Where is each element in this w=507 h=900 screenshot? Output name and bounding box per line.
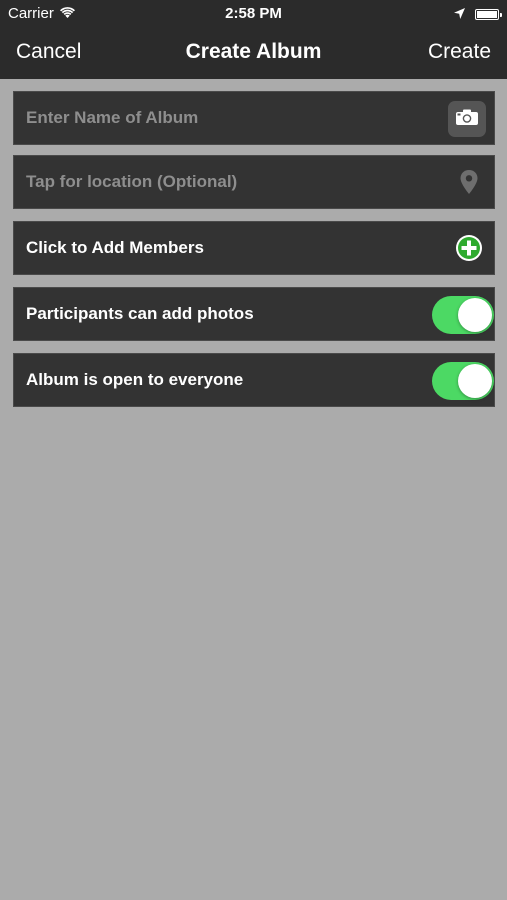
camera-icon <box>456 109 478 130</box>
add-members-row[interactable]: Click to Add Members <box>13 221 495 275</box>
participants-add-photos-label: Participants can add photos <box>26 304 254 323</box>
toggle-knob <box>458 364 492 398</box>
album-open-row: Album is open to everyone <box>13 353 495 407</box>
location-arrow-icon <box>454 6 465 23</box>
navigation-bar: Cancel Create Album Create <box>0 28 507 79</box>
cancel-button[interactable]: Cancel <box>16 40 81 64</box>
album-name-input[interactable] <box>26 92 426 144</box>
location-row[interactable]: Tap for location (Optional) <box>13 155 495 209</box>
toggle-knob <box>458 298 492 332</box>
top-bar: Carrier 2:58 PM Cancel Create Album Crea… <box>0 0 507 79</box>
status-bar: Carrier 2:58 PM <box>0 0 507 28</box>
participants-add-photos-toggle[interactable] <box>432 296 494 334</box>
album-name-row <box>13 91 495 145</box>
add-members-label: Click to Add Members <box>26 238 204 257</box>
status-time: 2:58 PM <box>225 5 282 22</box>
album-open-toggle[interactable] <box>432 362 494 400</box>
create-button[interactable]: Create <box>428 40 491 64</box>
add-circle-icon[interactable] <box>455 234 483 262</box>
battery-icon <box>475 9 502 20</box>
map-pin-icon <box>460 170 478 194</box>
album-open-label: Album is open to everyone <box>26 370 244 389</box>
participants-add-photos-row: Participants can add photos <box>13 287 495 341</box>
status-right-icons <box>454 6 502 23</box>
location-placeholder: Tap for location (Optional) <box>26 172 238 191</box>
camera-button[interactable] <box>448 101 486 137</box>
